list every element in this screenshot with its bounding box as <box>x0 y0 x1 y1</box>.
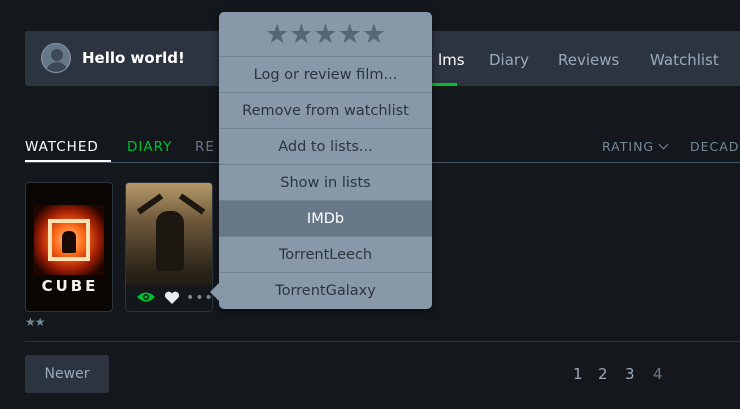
avatar[interactable] <box>41 43 71 73</box>
poster-title: CUBE <box>41 277 99 295</box>
more-options-icon[interactable]: ••• <box>186 290 212 306</box>
nav-films[interactable]: lms <box>438 51 465 69</box>
divider <box>25 341 740 342</box>
menu-item-torrentgalaxy[interactable]: TorrentGalaxy <box>219 272 432 309</box>
poster-art-figure <box>156 211 184 271</box>
page-link[interactable]: 1 <box>573 365 583 383</box>
poster-rating: ★★ <box>25 315 45 329</box>
poster-art-arm <box>178 193 206 215</box>
sort-rating-dropdown[interactable]: RATING <box>602 139 669 154</box>
rating-stars[interactable]: ★★★★★ <box>219 12 432 56</box>
page-link[interactable]: 3 <box>625 365 635 383</box>
poster-film[interactable]: ••• <box>125 182 213 312</box>
newer-button[interactable]: Newer <box>25 355 109 393</box>
menu-item-show-in-lists[interactable]: Show in lists <box>219 164 432 200</box>
tab-diary[interactable]: DIARY <box>127 139 172 155</box>
page-link[interactable]: 2 <box>598 365 608 383</box>
film-popup-menu: ★★★★★ Log or review film... Remove from … <box>219 12 432 309</box>
menu-item-torrentleech[interactable]: TorrentLeech <box>219 236 432 272</box>
tab-watched[interactable]: WATCHED <box>25 139 99 155</box>
eye-icon[interactable] <box>136 291 156 303</box>
menu-item-imdb[interactable]: IMDb <box>219 200 432 236</box>
nav-watchlist[interactable]: Watchlist <box>650 51 719 69</box>
sort-decade-label: DECAD <box>690 139 740 154</box>
poster-actions: ••• <box>126 285 212 311</box>
heart-icon[interactable] <box>164 291 180 305</box>
avatar-head <box>51 49 63 61</box>
avatar-body <box>46 62 68 72</box>
profile-greeting[interactable]: Hello world! <box>82 49 185 67</box>
tab-reviews[interactable]: RE <box>195 139 215 155</box>
nav-diary[interactable]: Diary <box>489 51 529 69</box>
nav-reviews[interactable]: Reviews <box>558 51 619 69</box>
menu-item-log-review[interactable]: Log or review film... <box>219 56 432 92</box>
menu-item-add-to-lists[interactable]: Add to lists... <box>219 128 432 164</box>
sort-decade-dropdown[interactable]: DECAD <box>690 139 739 154</box>
poster-cube[interactable]: CUBE <box>25 182 113 312</box>
menu-item-remove-watchlist[interactable]: Remove from watchlist <box>219 92 432 128</box>
chevron-down-icon <box>658 139 669 150</box>
poster-art-arm <box>136 193 164 215</box>
sort-rating-label: RATING <box>602 139 655 154</box>
poster-art-figure <box>62 231 76 253</box>
popup-pointer <box>210 282 220 302</box>
page-link[interactable]: 4 <box>653 365 663 383</box>
